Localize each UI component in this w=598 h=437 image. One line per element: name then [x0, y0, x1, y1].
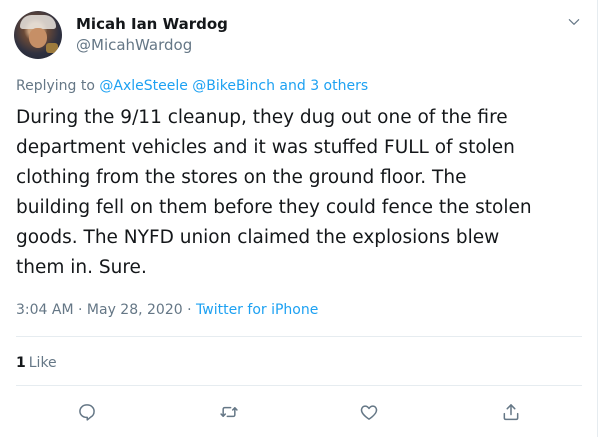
share-icon	[503, 404, 519, 421]
tweet-text: During the 9/11 cleanup, they dug out on…	[16, 107, 532, 278]
tweet-time[interactable]: 3:04 AM	[16, 302, 74, 318]
tweet-source-link[interactable]: Twitter for iPhone	[196, 302, 318, 318]
replying-to-line: Replying to @AxleSteele @BikeBinch and 3…	[16, 76, 368, 96]
heart-icon	[360, 405, 378, 420]
tweet-meta: 3:04 AM · May 28, 2020 · Twitter for iPh…	[16, 300, 318, 320]
meta-separator: ·	[182, 302, 197, 318]
avatar-accent-shape	[46, 43, 58, 53]
reply-icon	[79, 404, 95, 421]
share-button[interactable]	[500, 401, 522, 423]
author-display-name[interactable]: Micah Ian Wardog	[76, 14, 228, 34]
likes-stat[interactable]: 1 Like	[16, 352, 57, 373]
tweet-card: Micah Ian Wardog @MicahWardog Replying t…	[0, 0, 598, 437]
retweet-icon	[220, 406, 238, 418]
author-handle[interactable]: @MicahWardog	[76, 35, 192, 55]
divider	[16, 385, 582, 386]
avatar[interactable]	[14, 11, 62, 59]
tweet-date[interactable]: May 28, 2020	[87, 302, 183, 318]
likes-count: 1	[16, 355, 26, 371]
chevron-down-icon[interactable]	[566, 14, 582, 30]
reply-mentions-link[interactable]: @AxleSteele @BikeBinch and 3 others	[99, 78, 368, 94]
replying-to-prefix: Replying to	[16, 78, 100, 94]
like-button[interactable]	[358, 401, 380, 423]
avatar-face-shape	[29, 28, 47, 48]
avatar-hat-shape	[20, 15, 56, 29]
likes-label: Like	[28, 355, 57, 371]
meta-separator: ·	[73, 302, 87, 318]
divider	[16, 336, 582, 337]
retweet-button[interactable]	[218, 401, 240, 423]
reply-button[interactable]	[76, 401, 98, 423]
